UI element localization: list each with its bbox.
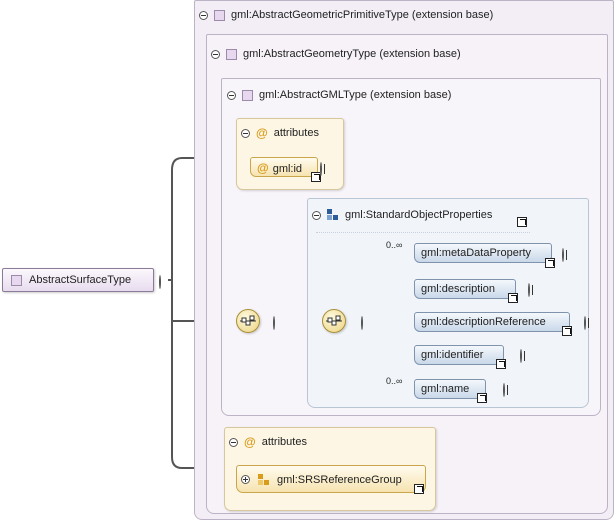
attribute-icon: @ (244, 435, 256, 449)
jump-arrow-icon[interactable] (517, 217, 527, 227)
expand-toggle-icon[interactable] (584, 316, 586, 330)
jump-arrow-icon[interactable] (414, 484, 424, 494)
attributes-header: @ attributes (229, 435, 307, 449)
element-node-descriptionreference[interactable]: gml:descriptionReference (414, 312, 570, 332)
ext-label: gml:AbstractGMLType (extension base) (259, 89, 452, 101)
cardinality-label: 0..∞ (386, 240, 403, 250)
cardinality-label: 0..∞ (386, 376, 403, 386)
attribute-group-icon (258, 474, 269, 485)
jump-arrow-icon[interactable] (496, 359, 506, 369)
jump-arrow-icon[interactable] (545, 258, 555, 268)
element-node-description[interactable]: gml:description (414, 279, 516, 299)
element-node-name[interactable]: gml:name (414, 379, 486, 399)
collapse-toggle-icon[interactable] (241, 128, 250, 138)
jump-arrow-icon[interactable] (562, 326, 572, 336)
attr-group-label: gml:SRSReferenceGroup (277, 474, 402, 486)
attr-group-node-srsreferencegroup[interactable]: gml:SRSReferenceGroup (236, 465, 426, 493)
expand-toggle-icon[interactable] (503, 383, 505, 397)
element-node-identifier[interactable]: gml:identifier (414, 345, 504, 365)
ext-header-1: gml:AbstractGeometricPrimitiveType (exte… (199, 9, 493, 21)
complex-type-icon (11, 275, 22, 286)
expand-toggle-icon[interactable] (520, 349, 522, 363)
group-label: gml:StandardObjectProperties (345, 209, 493, 221)
expand-toggle-icon[interactable] (241, 475, 250, 484)
ext-label: gml:AbstractGeometricPrimitiveType (exte… (231, 9, 494, 21)
attribute-icon: @ (256, 126, 268, 140)
attr-node-gml-id[interactable]: @ gml:id (250, 157, 318, 177)
element-label: gml:metaDataProperty (421, 247, 532, 259)
attributes-header: @ attributes (241, 126, 319, 140)
root-type-node[interactable]: AbstractSurfaceType (2, 268, 154, 292)
collapse-toggle-icon[interactable] (229, 437, 238, 447)
attr-label: gml:id (272, 163, 303, 175)
sequence-icon[interactable] (322, 309, 346, 333)
collapse-toggle-icon[interactable] (273, 316, 275, 330)
collapse-toggle-icon[interactable] (159, 275, 161, 289)
expand-toggle-icon[interactable] (562, 248, 564, 262)
complex-type-icon (214, 9, 225, 21)
ext-header-3: gml:AbstractGMLType (extension base) (227, 89, 451, 101)
group-box-standard-object-properties: gml:StandardObjectProperties (307, 198, 589, 408)
collapse-toggle-icon[interactable] (199, 10, 208, 20)
group-header: gml:StandardObjectProperties (312, 209, 492, 221)
collapse-toggle-icon[interactable] (211, 49, 220, 59)
attributes-box-gml: @ attributes (236, 118, 344, 190)
sequence-icon[interactable] (236, 309, 260, 333)
jump-arrow-icon[interactable] (508, 293, 518, 303)
complex-type-icon (242, 89, 253, 101)
element-group-icon (327, 209, 338, 220)
expand-toggle-icon[interactable] (528, 283, 530, 297)
attributes-label: attributes (273, 127, 319, 139)
root-label: AbstractSurfaceType (29, 274, 132, 286)
jump-arrow-icon[interactable] (477, 393, 487, 403)
element-label: gml:description (421, 283, 495, 295)
collapse-toggle-icon[interactable] (312, 210, 321, 220)
attribute-icon: @ (257, 161, 269, 175)
attributes-label: attributes (261, 436, 307, 448)
complex-type-icon (226, 48, 237, 60)
dotted-separator (316, 232, 530, 234)
element-label: gml:name (421, 383, 470, 395)
element-label: gml:identifier (421, 349, 484, 361)
ext-header-2: gml:AbstractGeometryType (extension base… (211, 48, 461, 60)
element-node-metadataproperty[interactable]: gml:metaDataProperty (414, 243, 552, 263)
element-label: gml:descriptionReference (421, 316, 546, 328)
expand-toggle-icon[interactable] (320, 162, 322, 176)
ext-label: gml:AbstractGeometryType (extension base… (243, 48, 461, 60)
collapse-toggle-icon[interactable] (227, 90, 236, 100)
collapse-toggle-icon[interactable] (361, 316, 363, 330)
